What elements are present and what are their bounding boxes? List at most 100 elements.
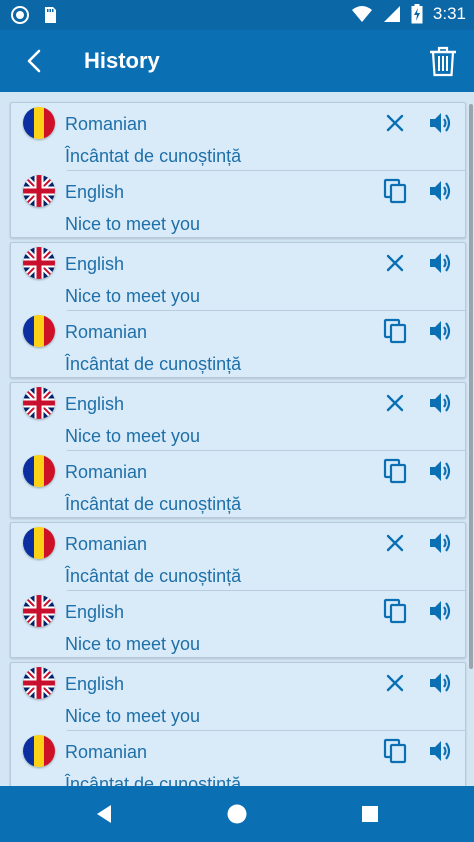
speak-source-button[interactable] bbox=[427, 669, 455, 697]
arrow-back-icon bbox=[27, 49, 41, 73]
clear-history-button[interactable] bbox=[426, 44, 460, 78]
circle-home-icon bbox=[227, 804, 247, 824]
scrollbar-thumb[interactable] bbox=[469, 104, 473, 669]
target-text: Nice to meet you bbox=[65, 634, 201, 654]
target-language-label: Romanian bbox=[65, 742, 148, 762]
sync-notification-icon bbox=[11, 6, 29, 24]
close-icon bbox=[386, 254, 404, 272]
nav-home-button[interactable] bbox=[225, 802, 249, 826]
speak-source-button[interactable] bbox=[427, 109, 455, 137]
app-bar: History bbox=[0, 30, 474, 92]
battery-charging-icon bbox=[411, 4, 423, 24]
speaker-icon bbox=[430, 741, 451, 761]
cell-signal-icon bbox=[383, 6, 400, 22]
card-target-row: Romanian Încântat de cunoștință bbox=[11, 451, 467, 519]
target-text: Încântat de cunoștință bbox=[65, 774, 242, 786]
copy-icon bbox=[383, 458, 407, 484]
speak-target-button[interactable] bbox=[427, 737, 455, 765]
copy-button[interactable] bbox=[381, 457, 409, 485]
speaker-icon bbox=[430, 393, 451, 413]
source-language-label: English bbox=[65, 394, 125, 414]
nav-recents-button[interactable] bbox=[358, 802, 382, 826]
card-source-row: Romanian Încântat de cunoștință bbox=[11, 523, 467, 591]
triangle-back-icon bbox=[97, 805, 111, 823]
copy-button[interactable] bbox=[381, 597, 409, 625]
speaker-icon bbox=[430, 461, 451, 481]
source-text: Nice to meet you bbox=[65, 426, 201, 446]
target-text: Încântat de cunoștință bbox=[65, 494, 242, 514]
close-icon bbox=[386, 674, 404, 692]
sd-card-icon bbox=[45, 7, 56, 23]
copy-icon bbox=[383, 318, 407, 344]
page-title: History bbox=[84, 48, 160, 73]
romanian-flag-icon bbox=[23, 455, 55, 487]
speaker-icon bbox=[430, 601, 451, 621]
romanian-flag-icon bbox=[23, 107, 55, 139]
card-target-row: English Nice to meet you bbox=[11, 591, 467, 659]
history-card: English Nice to meet you Romanian Încânt… bbox=[10, 382, 466, 518]
status-bar: 3:31 bbox=[0, 0, 474, 30]
nav-back-button[interactable] bbox=[92, 802, 116, 826]
card-target-row: Romanian Încântat de cunoștință bbox=[11, 311, 467, 379]
speak-target-button[interactable] bbox=[427, 457, 455, 485]
english-flag-icon bbox=[23, 175, 55, 207]
speak-target-button[interactable] bbox=[427, 317, 455, 345]
clock: 3:31 bbox=[432, 4, 466, 23]
copy-icon bbox=[383, 598, 407, 624]
history-card: Romanian Încântat de cunoștință English … bbox=[10, 102, 466, 238]
speak-source-button[interactable] bbox=[427, 389, 455, 417]
source-text: Încântat de cunoștință bbox=[65, 566, 242, 586]
close-icon bbox=[386, 114, 404, 132]
remove-entry-button[interactable] bbox=[381, 249, 409, 277]
speaker-icon bbox=[430, 321, 451, 341]
speak-source-button[interactable] bbox=[427, 249, 455, 277]
remove-entry-button[interactable] bbox=[381, 529, 409, 557]
romanian-flag-icon bbox=[23, 735, 55, 767]
card-source-row: English Nice to meet you bbox=[11, 663, 467, 731]
wifi-icon bbox=[351, 6, 372, 22]
source-language-label: English bbox=[65, 674, 125, 694]
speak-source-button[interactable] bbox=[427, 529, 455, 557]
romanian-flag-icon bbox=[23, 315, 55, 347]
speaker-icon bbox=[430, 533, 451, 553]
trash-icon bbox=[430, 46, 456, 77]
history-list[interactable]: Romanian Încântat de cunoștință English … bbox=[0, 92, 474, 786]
romanian-flag-icon bbox=[23, 527, 55, 559]
source-language-label: Romanian bbox=[65, 534, 148, 554]
source-text: Nice to meet you bbox=[65, 286, 201, 306]
target-language-label: Romanian bbox=[65, 462, 148, 482]
speak-target-button[interactable] bbox=[427, 177, 455, 205]
copy-icon bbox=[383, 738, 407, 764]
copy-button[interactable] bbox=[381, 177, 409, 205]
target-language-label: English bbox=[65, 602, 125, 622]
speaker-icon bbox=[430, 253, 451, 273]
remove-entry-button[interactable] bbox=[381, 109, 409, 137]
remove-entry-button[interactable] bbox=[381, 389, 409, 417]
copy-icon bbox=[383, 178, 407, 204]
target-text: Nice to meet you bbox=[65, 214, 201, 234]
card-source-row: English Nice to meet you bbox=[11, 243, 467, 311]
target-language-label: English bbox=[65, 182, 125, 202]
english-flag-icon bbox=[23, 247, 55, 279]
history-card: English Nice to meet you Romanian Încânt… bbox=[10, 662, 466, 786]
card-source-row: English Nice to meet you bbox=[11, 383, 467, 451]
speaker-icon bbox=[430, 181, 451, 201]
source-text: Nice to meet you bbox=[65, 706, 201, 726]
speaker-icon bbox=[430, 113, 451, 133]
remove-entry-button[interactable] bbox=[381, 669, 409, 697]
english-flag-icon bbox=[23, 387, 55, 419]
copy-button[interactable] bbox=[381, 737, 409, 765]
source-language-label: English bbox=[65, 254, 125, 274]
back-button[interactable] bbox=[18, 44, 52, 78]
history-card: English Nice to meet you Romanian Încânt… bbox=[10, 242, 466, 378]
speak-target-button[interactable] bbox=[427, 597, 455, 625]
english-flag-icon bbox=[23, 667, 55, 699]
close-icon bbox=[386, 394, 404, 412]
speaker-icon bbox=[430, 673, 451, 693]
source-text: Încântat de cunoștință bbox=[65, 146, 242, 166]
english-flag-icon bbox=[23, 595, 55, 627]
copy-button[interactable] bbox=[381, 317, 409, 345]
history-card: Romanian Încântat de cunoștință English … bbox=[10, 522, 466, 658]
card-target-row: Romanian Încântat de cunoștință bbox=[11, 731, 467, 786]
square-recents-icon bbox=[362, 806, 378, 822]
